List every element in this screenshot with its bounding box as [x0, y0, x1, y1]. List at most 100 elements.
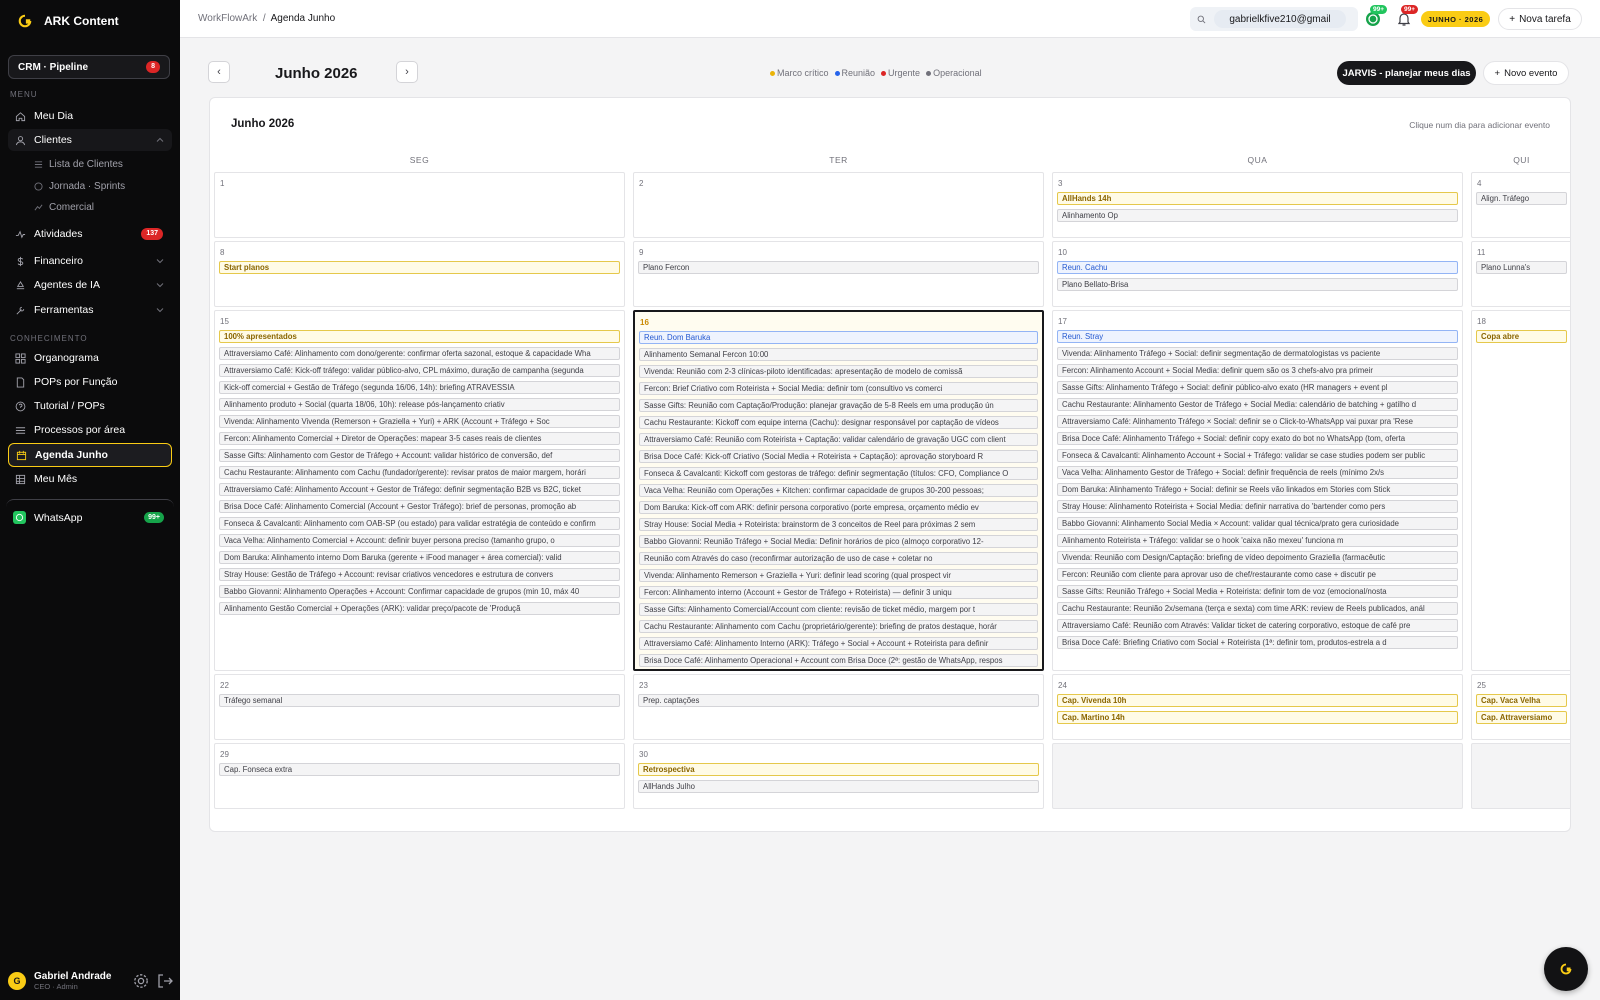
calendar-event[interactable]: Plano Fercon: [638, 261, 1039, 274]
calendar-event[interactable]: Babbo Giovanni: Reunião Tráfego + Social…: [639, 535, 1038, 548]
brand[interactable]: ARK Content: [18, 14, 119, 28]
calendar-day-cell[interactable]: 15 100% apresentados Attraversiamo Café: A…: [214, 310, 625, 671]
calendar-event[interactable]: Stray House: Social Media + Roteirista: …: [639, 518, 1038, 531]
sidebar-item-tutorial[interactable]: Tutorial / POPs: [8, 395, 172, 417]
avatar[interactable]: G: [8, 972, 26, 990]
calendar-event[interactable]: Brisa Doce Café: Alinhamento Operacional…: [639, 654, 1038, 667]
calendar-day-cell[interactable]: 4 Align. Tráfego: [1471, 172, 1570, 238]
calendar-event[interactable]: Dom Baruka: Alinhamento interno Dom Baru…: [219, 551, 620, 564]
new-task-button[interactable]: + Nova tarefa: [1498, 8, 1582, 30]
calendar-event[interactable]: Vivenda: Alinhamento Tráfego + Social: d…: [1057, 347, 1458, 360]
sidebar-item-pops-funcao[interactable]: POPs por Função: [8, 371, 172, 393]
calendar-day-cell[interactable]: 29 Cap. Fonseca extra: [214, 743, 625, 809]
next-month-button[interactable]: ›: [396, 61, 418, 83]
calendar-event[interactable]: Attraversiamo Café: Alinhamento Tráfego …: [1057, 415, 1458, 428]
calendar-event[interactable]: Alinhamento Roteirista + Tráfego: valida…: [1057, 534, 1458, 547]
calendar-event[interactable]: Cachu Restaurante: Reunião 2x/semana (te…: [1057, 602, 1458, 615]
sidebar-item-agentes-ia[interactable]: Agentes de IA: [8, 274, 172, 296]
calendar-event[interactable]: Alinhamento Op: [1057, 209, 1458, 222]
calendar-day-cell[interactable]: 17 Reun. Stray Vivenda: Alinhamento Tráfeg…: [1052, 310, 1463, 671]
calendar-event[interactable]: AllHands Julho: [638, 780, 1039, 793]
calendar-event[interactable]: Attraversiamo Café: Kick-off tráfego: va…: [219, 364, 620, 377]
calendar-day-cell[interactable]: 3 AllHands 14h Alinhamento Op: [1052, 172, 1463, 238]
calendar-day-cell[interactable]: 1: [214, 172, 625, 238]
sidebar-item-atividades[interactable]: Atividades 137: [8, 223, 172, 245]
calendar-event[interactable]: Alinhamento Semanal Fercon 10:00: [639, 348, 1038, 361]
calendar-event[interactable]: Cachu Restaurante: Alinhamento com Cachu…: [219, 466, 620, 479]
sidebar-item-financeiro[interactable]: Financeiro: [8, 250, 172, 272]
calendar-event[interactable]: Start planos: [219, 261, 620, 274]
calendar-event[interactable]: Tráfego semanal: [219, 694, 620, 707]
new-event-button[interactable]: + Novo evento: [1483, 61, 1569, 85]
calendar-event[interactable]: Vivenda: Reunião com 2-3 clínicas-piloto…: [639, 365, 1038, 378]
calendar-event[interactable]: Cap. Vaca Velha: [1476, 694, 1567, 707]
crm-pipeline-button[interactable]: CRM · Pipeline 8: [8, 55, 170, 79]
jarvis-plan-button[interactable]: JARVIS - planejar meus dias: [1337, 61, 1476, 85]
calendar-event[interactable]: Sasse Gifts: Alinhamento Tráfego + Socia…: [1057, 381, 1458, 394]
calendar-event[interactable]: Stray House: Gestão de Tráfego + Account…: [219, 568, 620, 581]
calendar-event[interactable]: Alinhamento produto + Social (quarta 18/…: [219, 398, 620, 411]
calendar-event[interactable]: Sasse Gifts: Reunião Tráfego + Social Me…: [1057, 585, 1458, 598]
sidebar-item-processos[interactable]: Processos por área: [8, 419, 172, 441]
calendar-event[interactable]: Align. Tráfego: [1476, 192, 1567, 205]
calendar-event[interactable]: Alinhamento Gestão Comercial + Operações…: [219, 602, 620, 615]
calendar-event[interactable]: Cachu Restaurante: Kickoff com equipe in…: [639, 416, 1038, 429]
calendar-day-cell[interactable]: 10 Reun. Cachu Plano Bellato-Brisa: [1052, 241, 1463, 307]
calendar-day-cell[interactable]: 25 Cap. Vaca Velha Cap. Attraversiamo: [1471, 674, 1570, 740]
calendar-event[interactable]: Dom Baruka: Alinhamento Tráfego + Social…: [1057, 483, 1458, 496]
calendar-event[interactable]: Brisa Doce Café: Kick-off Criativo (Soci…: [639, 450, 1038, 463]
calendar-event[interactable]: Kick-off comercial + Gestão de Tráfego (…: [219, 381, 620, 394]
calendar-event[interactable]: Vivenda: Alinhamento Vivenda (Remerson +…: [219, 415, 620, 428]
calendar-event[interactable]: Stray House: Alinhamento Roteirista + So…: [1057, 500, 1458, 513]
gear-icon[interactable]: [132, 972, 150, 990]
calendar-event[interactable]: Fonseca & Cavalcanti: Kickoff com gestor…: [639, 467, 1038, 480]
calendar-day-cell[interactable]: 30 Retrospectiva AllHands Julho: [633, 743, 1044, 809]
calendar-event[interactable]: AllHands 14h: [1057, 192, 1458, 205]
calendar-day-cell[interactable]: 18 Copa abre: [1471, 310, 1570, 671]
calendar-event[interactable]: Fercon: Alinhamento interno (Account + G…: [639, 586, 1038, 599]
calendar-event[interactable]: Vaca Velha: Reunião com Operações + Kitc…: [639, 484, 1038, 497]
calendar-event[interactable]: Fercon: Reunião com cliente para aprovar…: [1057, 568, 1458, 581]
calendar-event[interactable]: Cachu Restaurante: Alinhamento Gestor de…: [1057, 398, 1458, 411]
calendar-event[interactable]: Fercon: Alinhamento Account + Social Med…: [1057, 364, 1458, 377]
logout-icon[interactable]: [156, 972, 174, 990]
whatsapp-button[interactable]: WhatsApp 99+: [6, 499, 174, 535]
calendar-event[interactable]: Fonseca & Cavalcanti: Alinhamento Accoun…: [1057, 449, 1458, 462]
calendar-event[interactable]: Reun. Stray: [1057, 330, 1458, 343]
sidebar-item-meu-dia[interactable]: Meu Dia: [8, 105, 172, 127]
calendar-event[interactable]: Sasse Gifts: Reunião com Captação/Produç…: [639, 399, 1038, 412]
calendar-event[interactable]: Brisa Doce Café: Briefing Criativo com S…: [1057, 636, 1458, 649]
sidebar-subitem-comercial[interactable]: Comercial: [34, 198, 94, 216]
calendar-event[interactable]: Vaca Velha: Alinhamento Comercial + Acco…: [219, 534, 620, 547]
sidebar-item-clientes[interactable]: Clientes: [8, 129, 172, 151]
calendar-event[interactable]: Plano Bellato-Brisa: [1057, 278, 1458, 291]
calendar-event[interactable]: Fercon: Brief Criativo com Roteirista + …: [639, 382, 1038, 395]
calendar-day-cell[interactable]: 9 Plano Fercon: [633, 241, 1044, 307]
search-input[interactable]: [1214, 10, 1346, 28]
calendar-event[interactable]: Brisa Doce Café: Alinhamento Comercial (…: [219, 500, 620, 513]
calendar-event[interactable]: Plano Lunna's: [1476, 261, 1567, 274]
calendar-event[interactable]: Attraversiamo Café: Alinhamento com dono…: [219, 347, 620, 360]
calendar-event[interactable]: Prep. captações: [638, 694, 1039, 707]
calendar-event[interactable]: Reun. Dom Baruka: [639, 331, 1038, 344]
calendar-event[interactable]: Sasse Gifts: Alinhamento Comercial/Accou…: [639, 603, 1038, 616]
sidebar-item-ferramentas[interactable]: Ferramentas: [8, 299, 172, 321]
calendar-day-cell[interactable]: 24 Cap. Vivenda 10h Cap. Martino 14h: [1052, 674, 1463, 740]
calendar-day-cell[interactable]: 16 Reun. Dom Baruka Alinhamento Semanal Fe…: [633, 310, 1044, 671]
assistant-fab[interactable]: [1544, 947, 1588, 991]
calendar-day-cell[interactable]: 11 Plano Lunna's: [1471, 241, 1570, 307]
calendar-event[interactable]: Cap. Vivenda 10h: [1057, 694, 1458, 707]
calendar-event[interactable]: Vivenda: Alinhamento Remerson + Graziell…: [639, 569, 1038, 582]
calendar-event[interactable]: Retrospectiva: [638, 763, 1039, 776]
calendar-event[interactable]: Cap. Fonseca extra: [219, 763, 620, 776]
prev-month-button[interactable]: ‹: [208, 61, 230, 83]
breadcrumb-root[interactable]: WorkFlowArk: [198, 13, 257, 24]
calendar-event[interactable]: Babbo Giovanni: Alinhamento Operações + …: [219, 585, 620, 598]
calendar-event[interactable]: 100% apresentados: [219, 330, 620, 343]
calendar-event[interactable]: Attraversiamo Café: Reunião com Através:…: [1057, 619, 1458, 632]
calendar-day-cell[interactable]: 8 Start planos: [214, 241, 625, 307]
calendar-event[interactable]: Reun. Cachu: [1057, 261, 1458, 274]
calendar-event[interactable]: Copa abre: [1476, 330, 1567, 343]
sidebar-subitem-jornada[interactable]: Jornada · Sprints: [34, 177, 125, 195]
calendar-event[interactable]: Fercon: Alinhamento Comercial + Diretor …: [219, 432, 620, 445]
